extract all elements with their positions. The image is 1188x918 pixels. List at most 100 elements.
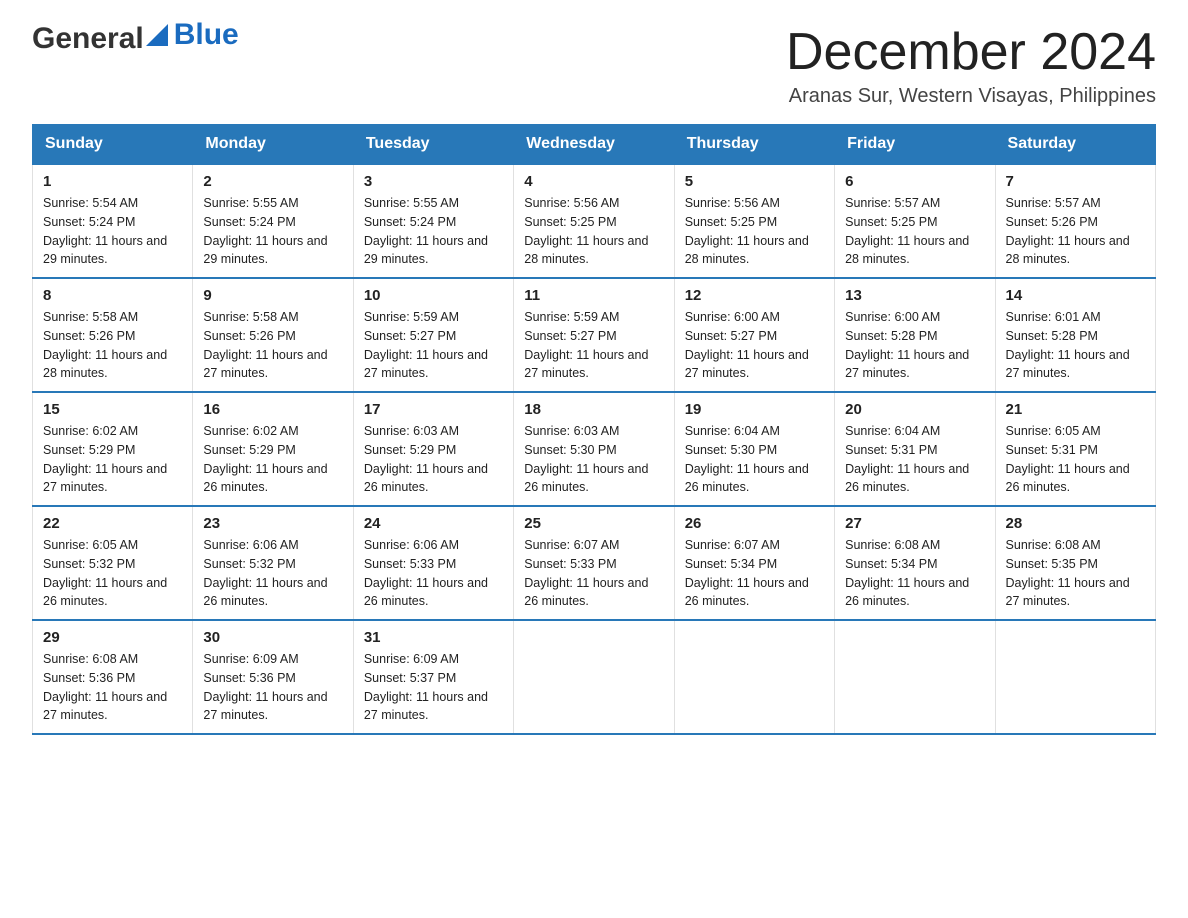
day-number: 24 [364, 515, 503, 532]
day-info: Sunrise: 6:05 AM Sunset: 5:32 PM Dayligh… [43, 536, 182, 611]
sunrise-label: Sunrise: 6:09 AM [364, 652, 459, 666]
calendar-week-row: 22 Sunrise: 6:05 AM Sunset: 5:32 PM Dayl… [33, 506, 1156, 620]
day-number: 29 [43, 629, 182, 646]
sunset-label: Sunset: 5:25 PM [524, 215, 616, 229]
sunrise-label: Sunrise: 5:56 AM [524, 196, 619, 210]
day-number: 3 [364, 173, 503, 190]
sunrise-label: Sunrise: 6:04 AM [685, 424, 780, 438]
day-number: 22 [43, 515, 182, 532]
day-number: 4 [524, 173, 663, 190]
table-row: 9 Sunrise: 5:58 AM Sunset: 5:26 PM Dayli… [193, 278, 353, 392]
day-info: Sunrise: 5:55 AM Sunset: 5:24 PM Dayligh… [203, 194, 342, 269]
sunset-label: Sunset: 5:33 PM [364, 557, 456, 571]
daylight-label: Daylight: 11 hours and 29 minutes. [203, 234, 327, 267]
day-info: Sunrise: 6:04 AM Sunset: 5:31 PM Dayligh… [845, 422, 984, 497]
day-number: 8 [43, 287, 182, 304]
sunset-label: Sunset: 5:26 PM [1006, 215, 1098, 229]
sunset-label: Sunset: 5:31 PM [845, 443, 937, 457]
day-number: 1 [43, 173, 182, 190]
daylight-label: Daylight: 11 hours and 26 minutes. [43, 576, 167, 609]
daylight-label: Daylight: 11 hours and 26 minutes. [364, 462, 488, 495]
daylight-label: Daylight: 11 hours and 27 minutes. [203, 348, 327, 381]
day-number: 9 [203, 287, 342, 304]
table-row: 28 Sunrise: 6:08 AM Sunset: 5:35 PM Dayl… [995, 506, 1155, 620]
day-number: 31 [364, 629, 503, 646]
table-row: 2 Sunrise: 5:55 AM Sunset: 5:24 PM Dayli… [193, 164, 353, 278]
day-info: Sunrise: 6:00 AM Sunset: 5:28 PM Dayligh… [845, 308, 984, 383]
calendar-table: Sunday Monday Tuesday Wednesday Thursday… [32, 124, 1156, 735]
sunrise-label: Sunrise: 6:06 AM [364, 538, 459, 552]
daylight-label: Daylight: 11 hours and 26 minutes. [845, 462, 969, 495]
daylight-label: Daylight: 11 hours and 26 minutes. [203, 576, 327, 609]
sunrise-label: Sunrise: 5:55 AM [203, 196, 298, 210]
table-row: 17 Sunrise: 6:03 AM Sunset: 5:29 PM Dayl… [353, 392, 513, 506]
table-row: 14 Sunrise: 6:01 AM Sunset: 5:28 PM Dayl… [995, 278, 1155, 392]
calendar-week-row: 15 Sunrise: 6:02 AM Sunset: 5:29 PM Dayl… [33, 392, 1156, 506]
header-friday: Friday [835, 125, 995, 165]
sunrise-label: Sunrise: 6:05 AM [1006, 424, 1101, 438]
day-number: 15 [43, 401, 182, 418]
day-info: Sunrise: 5:55 AM Sunset: 5:24 PM Dayligh… [364, 194, 503, 269]
sunrise-label: Sunrise: 6:08 AM [43, 652, 138, 666]
daylight-label: Daylight: 11 hours and 27 minutes. [845, 348, 969, 381]
sunset-label: Sunset: 5:29 PM [203, 443, 295, 457]
table-row: 24 Sunrise: 6:06 AM Sunset: 5:33 PM Dayl… [353, 506, 513, 620]
daylight-label: Daylight: 11 hours and 26 minutes. [524, 576, 648, 609]
weekday-header-row: Sunday Monday Tuesday Wednesday Thursday… [33, 125, 1156, 165]
day-number: 13 [845, 287, 984, 304]
header-monday: Monday [193, 125, 353, 165]
sunrise-label: Sunrise: 6:00 AM [685, 310, 780, 324]
day-info: Sunrise: 6:08 AM Sunset: 5:36 PM Dayligh… [43, 650, 182, 725]
day-number: 2 [203, 173, 342, 190]
table-row: 20 Sunrise: 6:04 AM Sunset: 5:31 PM Dayl… [835, 392, 995, 506]
sunrise-label: Sunrise: 5:54 AM [43, 196, 138, 210]
day-number: 25 [524, 515, 663, 532]
table-row: 1 Sunrise: 5:54 AM Sunset: 5:24 PM Dayli… [33, 164, 193, 278]
table-row: 27 Sunrise: 6:08 AM Sunset: 5:34 PM Dayl… [835, 506, 995, 620]
table-row: 16 Sunrise: 6:02 AM Sunset: 5:29 PM Dayl… [193, 392, 353, 506]
day-number: 14 [1006, 287, 1145, 304]
sunset-label: Sunset: 5:24 PM [364, 215, 456, 229]
header-saturday: Saturday [995, 125, 1155, 165]
sunset-label: Sunset: 5:28 PM [845, 329, 937, 343]
sunset-label: Sunset: 5:32 PM [43, 557, 135, 571]
sunrise-label: Sunrise: 5:56 AM [685, 196, 780, 210]
table-row: 25 Sunrise: 6:07 AM Sunset: 5:33 PM Dayl… [514, 506, 674, 620]
daylight-label: Daylight: 11 hours and 26 minutes. [203, 462, 327, 495]
sunrise-label: Sunrise: 6:00 AM [845, 310, 940, 324]
sunrise-label: Sunrise: 6:07 AM [524, 538, 619, 552]
day-number: 21 [1006, 401, 1145, 418]
sunrise-label: Sunrise: 6:03 AM [364, 424, 459, 438]
sunset-label: Sunset: 5:29 PM [364, 443, 456, 457]
sunset-label: Sunset: 5:33 PM [524, 557, 616, 571]
sunrise-label: Sunrise: 5:59 AM [524, 310, 619, 324]
day-info: Sunrise: 6:04 AM Sunset: 5:30 PM Dayligh… [685, 422, 824, 497]
logo: General Blue [32, 24, 239, 54]
day-info: Sunrise: 6:03 AM Sunset: 5:29 PM Dayligh… [364, 422, 503, 497]
table-row: 10 Sunrise: 5:59 AM Sunset: 5:27 PM Dayl… [353, 278, 513, 392]
daylight-label: Daylight: 11 hours and 27 minutes. [524, 348, 648, 381]
table-row: 21 Sunrise: 6:05 AM Sunset: 5:31 PM Dayl… [995, 392, 1155, 506]
header-wednesday: Wednesday [514, 125, 674, 165]
sunrise-label: Sunrise: 5:57 AM [1006, 196, 1101, 210]
day-number: 6 [845, 173, 984, 190]
day-info: Sunrise: 5:58 AM Sunset: 5:26 PM Dayligh… [43, 308, 182, 383]
sunrise-label: Sunrise: 6:08 AM [845, 538, 940, 552]
day-number: 12 [685, 287, 824, 304]
daylight-label: Daylight: 11 hours and 28 minutes. [685, 234, 809, 267]
sunset-label: Sunset: 5:34 PM [685, 557, 777, 571]
table-row: 31 Sunrise: 6:09 AM Sunset: 5:37 PM Dayl… [353, 620, 513, 734]
sunset-label: Sunset: 5:31 PM [1006, 443, 1098, 457]
daylight-label: Daylight: 11 hours and 26 minutes. [1006, 462, 1130, 495]
sunset-label: Sunset: 5:24 PM [43, 215, 135, 229]
day-info: Sunrise: 6:06 AM Sunset: 5:32 PM Dayligh… [203, 536, 342, 611]
table-row: 15 Sunrise: 6:02 AM Sunset: 5:29 PM Dayl… [33, 392, 193, 506]
sunset-label: Sunset: 5:27 PM [364, 329, 456, 343]
day-info: Sunrise: 5:54 AM Sunset: 5:24 PM Dayligh… [43, 194, 182, 269]
sunrise-label: Sunrise: 5:58 AM [203, 310, 298, 324]
day-info: Sunrise: 5:57 AM Sunset: 5:25 PM Dayligh… [845, 194, 984, 269]
sunrise-label: Sunrise: 5:55 AM [364, 196, 459, 210]
sunset-label: Sunset: 5:36 PM [43, 671, 135, 685]
sunrise-label: Sunrise: 6:01 AM [1006, 310, 1101, 324]
day-info: Sunrise: 6:02 AM Sunset: 5:29 PM Dayligh… [43, 422, 182, 497]
